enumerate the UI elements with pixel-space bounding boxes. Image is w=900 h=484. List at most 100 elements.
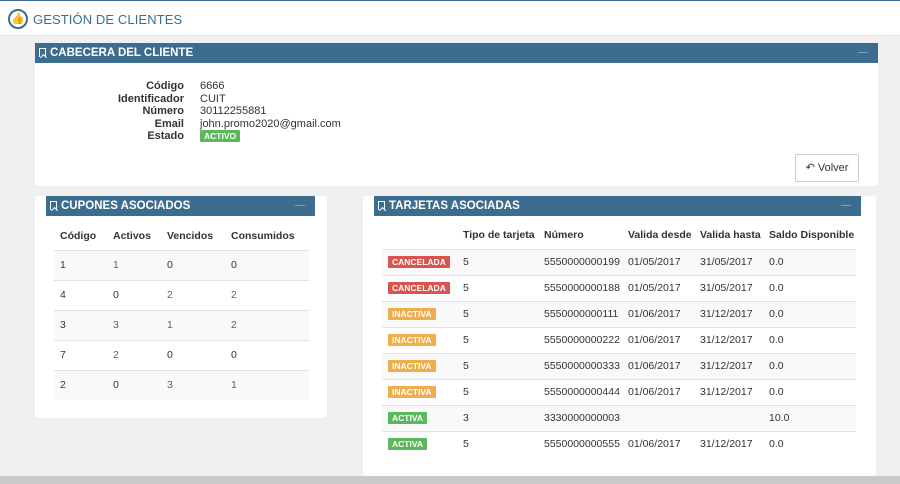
- info-row: Estado ACTIVO: [90, 130, 341, 143]
- cliente-panel-title: CABECERA DEL CLIENTE: [50, 47, 194, 59]
- table-cell[interactable]: 2: [161, 280, 225, 311]
- table-cell: 5550000000199: [538, 249, 622, 276]
- table-cell: 0.0: [763, 275, 856, 302]
- table-cell: 31/12/2017: [694, 327, 763, 354]
- table-cell: [694, 405, 763, 432]
- table-cell: 5: [457, 275, 538, 302]
- info-value: john.promo2020@gmail.com: [200, 117, 341, 130]
- table-cell[interactable]: 2: [107, 340, 161, 371]
- bookmark-icon: [39, 48, 46, 57]
- table-cell: 0: [113, 378, 119, 391]
- table-row: INACTIVA 5 5550000000444 01/06/2017 31/12/20…: [382, 379, 856, 406]
- status-badge: ACTIVA: [388, 438, 428, 451]
- info-row: Identificador CUIT: [90, 93, 341, 106]
- table-cell: 5550000000188: [538, 275, 622, 302]
- table-cell: INACTIVA: [382, 327, 457, 354]
- table-cell: 4: [54, 280, 107, 311]
- column-header: Número: [538, 222, 622, 250]
- info-row: Número 30112255881: [90, 105, 341, 118]
- status-badge: INACTIVA: [388, 386, 436, 398]
- table-cell: 5550000000444: [538, 379, 622, 406]
- status-badge: INACTIVA: [388, 334, 436, 346]
- estado-value: ACTIVO: [200, 130, 241, 143]
- table-cell: 31/12/2017: [700, 438, 753, 451]
- table-cell: INACTIVA: [382, 379, 457, 406]
- table-cell: 31/05/2017: [694, 275, 763, 302]
- table-cell: 5550000000111: [538, 301, 622, 328]
- table-cell: 0: [107, 280, 161, 311]
- cupones-panel-header: CUPONES ASOCIADOS —: [46, 196, 315, 216]
- table-cell: 0: [161, 340, 225, 371]
- column-header: Valida hasta: [694, 222, 763, 250]
- volver-label: Volver: [817, 162, 849, 174]
- table-cell[interactable]: 2: [225, 280, 309, 311]
- table-cell: 0.0: [763, 379, 856, 406]
- info-label: Código: [146, 80, 184, 92]
- column-header: Código: [54, 222, 107, 251]
- table-cell: 0: [161, 250, 225, 281]
- table-row: CANCELADA 5 5550000000199 01/05/2017 31/05/2…: [382, 249, 856, 276]
- table-cell[interactable]: 3: [161, 370, 225, 400]
- table-cell: ACTIVA: [382, 405, 457, 432]
- table-row: 4022: [54, 280, 309, 311]
- table-cell[interactable]: 1: [225, 370, 309, 400]
- table-cell[interactable]: 1: [161, 310, 225, 341]
- table-cell: 5: [457, 301, 538, 328]
- column-header: Tipo de tarjeta: [457, 222, 538, 250]
- table-cell: 5: [463, 438, 469, 451]
- table-cell: 01/06/2017: [628, 438, 681, 451]
- table-row: 2031: [54, 370, 309, 400]
- table-cell: 10.0: [763, 405, 856, 432]
- minimize-icon[interactable]: —: [858, 43, 868, 63]
- table-cell: INACTIVA: [382, 353, 457, 380]
- volver-button[interactable]: ↶ Volver: [795, 154, 859, 182]
- status-badge: INACTIVA: [388, 360, 436, 372]
- page-title: GESTIÓN DE CLIENTES: [33, 12, 183, 27]
- info-value: 30112255881: [200, 105, 267, 118]
- table-cell: 31/12/2017: [694, 379, 763, 406]
- minimize-icon[interactable]: —: [841, 196, 851, 216]
- cupones-table: Código Activos Vencidos Consumidos 11004022…: [54, 222, 309, 400]
- table-cell: 5550000000555: [544, 438, 620, 451]
- table-cell[interactable]: 3: [107, 310, 161, 341]
- table-cell: 7: [54, 340, 107, 371]
- table-row: ACTIVA 5 5550000000555 01/06/2017 31/12/2017…: [382, 431, 856, 457]
- cliente-panel-header: CABECERA DEL CLIENTE —: [35, 43, 878, 63]
- table-cell: 01/06/2017: [622, 379, 694, 406]
- table-cell[interactable]: 2: [225, 310, 309, 341]
- table-cell: CANCELADA: [382, 249, 457, 276]
- info-row: Email john.promo2020@gmail.com: [90, 118, 341, 131]
- table-cell: ACTIVA: [382, 431, 457, 457]
- table-cell: 0: [225, 250, 309, 281]
- table-cell: 3330000000003: [538, 405, 622, 432]
- status-badge: ACTIVA: [388, 412, 428, 424]
- table-cell: 2: [60, 378, 66, 391]
- info-row: Código 6666: [90, 80, 341, 93]
- table-cell: 01/05/2017: [622, 249, 694, 276]
- status-badge: CANCELADA: [388, 282, 450, 294]
- info-label: Estado: [147, 130, 184, 143]
- bookmark-icon: [378, 201, 385, 210]
- table-cell: 5: [457, 327, 538, 354]
- table-cell: CANCELADA: [382, 275, 457, 302]
- info-value: CUIT: [200, 92, 226, 105]
- tarjetas-table: Tipo de tarjeta Número Valida desde Valida …: [382, 222, 856, 457]
- top-bar: 👍 GESTIÓN DE CLIENTES: [0, 0, 900, 36]
- table-row: INACTIVA 5 5550000000222 01/06/2017 31/12/20…: [382, 327, 856, 354]
- table-row: CANCELADA 5 5550000000188 01/05/2017 31/05/2…: [382, 275, 856, 302]
- info-label: Número: [142, 105, 184, 118]
- table-cell: 01/05/2017: [622, 275, 694, 302]
- minimize-icon[interactable]: —: [295, 196, 305, 216]
- info-value: 6666: [200, 80, 225, 92]
- table-cell: 1: [54, 250, 107, 281]
- thumbs-up-icon: 👍: [8, 9, 28, 29]
- column-header: [382, 222, 457, 250]
- table-cell[interactable]: 1: [107, 250, 161, 281]
- column-header: Vencidos: [161, 222, 225, 251]
- table-row: INACTIVA 5 5550000000333 01/06/2017 31/12/20…: [382, 353, 856, 380]
- column-header: Consumidos: [225, 222, 309, 251]
- table-cell: 5: [457, 379, 538, 406]
- tarjetas-panel-title: TARJETAS ASOCIADAS: [389, 200, 520, 212]
- cliente-info: Código 6666 Identificador CUIT Número 3011225…: [90, 80, 341, 143]
- info-label: Email: [154, 117, 184, 130]
